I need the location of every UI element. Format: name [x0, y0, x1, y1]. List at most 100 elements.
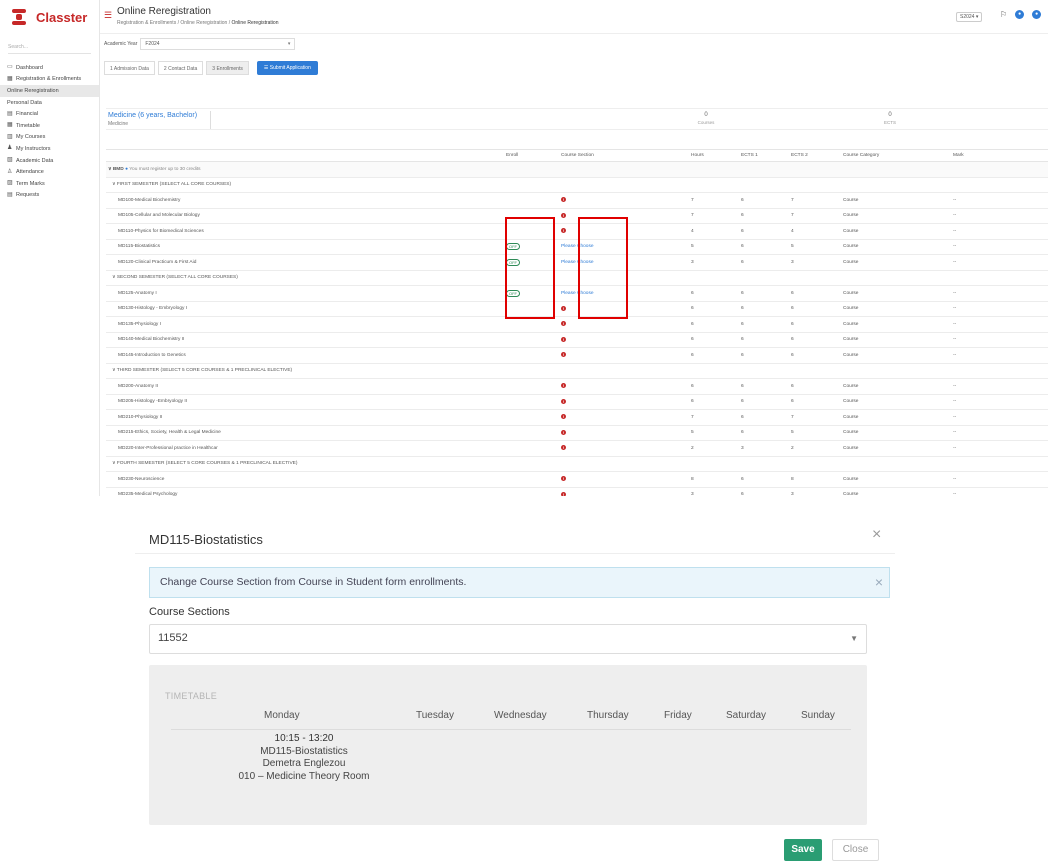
course-row[interactable]: MD100-Medical Biochemistry! 7 6 7 Course -- [106, 192, 1048, 209]
course-row[interactable]: MD120-Clinical Practicum & First Aid OFF P… [106, 254, 1048, 271]
sidebar-item[interactable]: ♟ My Instructors [0, 143, 99, 155]
sidebar-item[interactable]: Online Reregistration [0, 85, 99, 97]
brand[interactable]: Classter [0, 0, 99, 34]
step-contact-data[interactable]: 2 Contact Data [157, 61, 204, 75]
semester-row[interactable]: ∨ SECOND SEMESTER (SELECT ALL CORE COURS… [106, 270, 1048, 286]
step-enrollments[interactable]: 3 Enrollments [206, 61, 249, 75]
category-cell: Course [843, 301, 953, 317]
flag-icon[interactable]: ⚐ [1000, 10, 1007, 19]
ects-stat: 0 ECTS [870, 112, 910, 125]
hours-cell: 6 [691, 394, 741, 410]
info-alert: Change Course Section from Course in Stu… [149, 567, 890, 598]
hamburger-menu-icon[interactable]: ☰ [104, 10, 112, 21]
alert-text: Change Course Section from Course in Stu… [160, 576, 467, 588]
app-root: Classter Search... ▭ Dashboard ▦ Registrati… [0, 0, 1048, 864]
warning-icon: ! [561, 476, 566, 482]
category-cell: Course [843, 487, 953, 496]
section-cell: ! [561, 425, 691, 441]
mark-cell: -- [953, 471, 1048, 488]
step-admission-data[interactable]: 1 Admission Data [104, 61, 155, 75]
hours-cell: 4 [691, 223, 741, 240]
course-row[interactable]: MD105-Cellular and Molecular Biology! 7 6 7… [106, 208, 1048, 224]
sidebar-item[interactable]: ▤ Requests [0, 190, 99, 202]
category-cell: Course [843, 208, 953, 224]
close-button[interactable]: Close [832, 839, 879, 861]
ects1-cell: 6 [741, 208, 791, 224]
sidebar-item[interactable]: Personal Data [0, 97, 99, 109]
sidebar-item[interactable]: ▨ Term Marks [0, 178, 99, 190]
semester-label: ∨ FOURTH SEMESTER (SELECT 5 CORE COURSES… [106, 456, 1048, 472]
course-row[interactable]: MD215-Ethics, Society, Health & Legal Me… [106, 425, 1048, 441]
course-row[interactable]: MD210-Physiology II! 7 6 7 Course -- [106, 409, 1048, 426]
breadcrumb-item[interactable]: Online Reregistration [180, 20, 227, 26]
sidebar-item[interactable]: ▦ Registration & Enrollments [0, 74, 99, 86]
mark-cell: -- [953, 285, 1048, 302]
hours-cell: 6 [691, 285, 741, 302]
sidebar-item-label: Dashboard [16, 64, 43, 71]
notification-bell-icon[interactable]: ● [1015, 10, 1025, 19]
term-select[interactable]: S2024 ▾ [956, 12, 983, 22]
hours-cell: 8 [691, 471, 741, 488]
group-row-bmd[interactable]: ∨ BMD ● You must register up to 30 credi… [106, 161, 1048, 178]
mark-cell: -- [953, 409, 1048, 426]
submit-application-button[interactable]: ☰ Submit Application [256, 61, 318, 75]
sidebar-item[interactable]: ▥ My Courses [0, 132, 99, 144]
ects1-cell: 6 [741, 223, 791, 240]
warning-icon: ! [561, 321, 566, 327]
ects1-cell: 6 [741, 471, 791, 488]
course-row[interactable]: MD115-Biostatistics OFF Please Choose 5 6 5 Co… [106, 239, 1048, 255]
hours-cell: 2 [691, 440, 741, 457]
section-cell: ! [561, 347, 691, 364]
course-row[interactable]: MD145-Introduction to Genetics! 6 6 6 Course… [106, 347, 1048, 364]
course-name: MD125-Anatomy I [106, 285, 506, 302]
sidebar-item-label: My Courses [16, 134, 46, 141]
sidebar-item-label: Term Marks [16, 180, 45, 187]
semester-row[interactable]: ∨ FOURTH SEMESTER (SELECT 5 CORE COURSES… [106, 456, 1048, 472]
sidebar-item[interactable]: ▧ Academic Data [0, 155, 99, 167]
mark-cell: -- [953, 239, 1048, 255]
col-header-section: Course Section [561, 149, 691, 162]
sidebar-item[interactable]: ▤ Financial [0, 108, 99, 120]
course-section-select[interactable]: 11552 ▼ [149, 624, 867, 654]
course-row[interactable]: MD200-Anatomy II! 6 6 6 Course -- [106, 378, 1048, 395]
course-row[interactable]: MD135-Physiology I! 6 6 6 Course -- [106, 316, 1048, 333]
sidebar-item[interactable]: ♙ Attendance [0, 166, 99, 178]
course-name: MD105-Cellular and Molecular Biology [106, 208, 506, 224]
course-row[interactable]: MD130-Histology - Embryology I! 6 6 6 Course… [106, 301, 1048, 317]
sidebar-item[interactable]: ▦ Timetable [0, 120, 99, 132]
messages-icon[interactable]: ● [1032, 10, 1042, 19]
enroll-cell [506, 409, 561, 426]
course-row[interactable]: MD235-Medical Psychology! 3 6 3 Course -- [106, 487, 1048, 496]
breadcrumb-item[interactable]: Registration & Enrollments [117, 20, 176, 26]
sidebar-item[interactable]: ▭ Dashboard [0, 62, 99, 74]
ects1-cell: 6 [741, 301, 791, 317]
course-row[interactable]: MD140-Medical Biochemistry II! 6 6 6 Course -… [106, 332, 1048, 348]
ects2-cell: 6 [791, 316, 843, 333]
course-row[interactable]: MD230-Neuroscience! 8 6 8 Course -- [106, 471, 1048, 488]
course-name: MD230-Neuroscience [106, 471, 506, 488]
highlight-box-enroll [505, 217, 555, 319]
ects1-cell: 6 [741, 394, 791, 410]
warning-icon: ! [561, 212, 566, 218]
course-row[interactable]: MD125-Anatomy I OFF Please Choose 6 6 6 Course… [106, 285, 1048, 302]
ects1-cell: 6 [741, 409, 791, 426]
course-name: MD210-Physiology II [106, 409, 506, 426]
hours-cell: 6 [691, 378, 741, 395]
sidebar-item-label: Academic Data [16, 157, 54, 164]
course-row[interactable]: MD220-Inter-Professional practice in Hea… [106, 440, 1048, 457]
category-cell: Course [843, 239, 953, 255]
user-check-icon: ♙ [7, 168, 13, 175]
ects1-cell: 6 [741, 192, 791, 209]
semester-row[interactable]: ∨ FIRST SEMESTER (SELECT ALL CORE COURSE… [106, 177, 1048, 193]
close-icon[interactable]: × [872, 527, 881, 543]
enrollment-table-body: ∨ BMD ● You must register up to 30 credi… [106, 161, 1048, 496]
alert-close-icon[interactable]: × [875, 574, 883, 590]
academic-year-select[interactable]: F2024 [140, 38, 296, 50]
save-button[interactable]: Save [784, 839, 822, 861]
course-row[interactable]: MD205-Histology -Embryology II! 6 6 6 Course… [106, 394, 1048, 410]
sidebar-item-label: Online Reregistration [7, 87, 59, 94]
course-name: MD205-Histology -Embryology II [106, 394, 506, 410]
semester-row[interactable]: ∨ THIRD SEMESTER (SELECT 5 CORE COURSES … [106, 363, 1048, 379]
sidebar-search-input[interactable]: Search... [8, 40, 91, 54]
course-row[interactable]: MD110-Physics for Biomedical Sciences! 4 6… [106, 223, 1048, 240]
